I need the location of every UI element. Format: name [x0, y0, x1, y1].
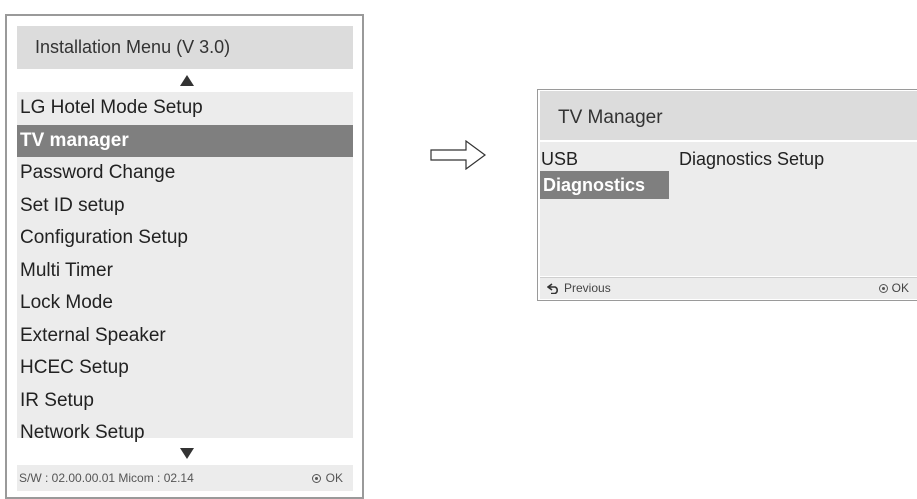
menu-item-external-speaker[interactable]: External Speaker	[17, 320, 353, 353]
ok-button[interactable]: OK	[311, 465, 343, 491]
menu-item-configuration-setup[interactable]: Configuration Setup	[17, 222, 353, 255]
software-version-text: S/W : 02.00.00.01 Micom : 02.14	[19, 471, 194, 485]
ok-button[interactable]: OK	[878, 278, 909, 299]
previous-label: Previous	[564, 281, 611, 295]
menu-item-lock-mode[interactable]: Lock Mode	[17, 287, 353, 320]
menu-item-multi-timer[interactable]: Multi Timer	[17, 255, 353, 288]
right-arrow-icon	[430, 140, 487, 170]
back-arrow-icon	[547, 283, 558, 294]
ok-circle-icon	[311, 473, 321, 483]
menu-item-hcec-setup[interactable]: HCEC Setup	[17, 352, 353, 385]
menu-item-network-setup[interactable]: Network Setup	[17, 417, 353, 450]
installation-menu-list: LG Hotel Mode Setup TV manager Password …	[17, 92, 353, 443]
tv-manager-body: USB Diagnostics Setup Diagnostics	[540, 142, 917, 276]
ok-label: OK	[325, 471, 343, 485]
usb-option[interactable]: USB	[541, 146, 578, 172]
installation-menu-panel: Installation Menu (V 3.0) LG Hotel Mode …	[5, 14, 364, 499]
menu-item-ir-setup[interactable]: IR Setup	[17, 385, 353, 418]
ok-circle-icon	[878, 284, 888, 293]
menu-item-set-id-setup[interactable]: Set ID setup	[17, 190, 353, 223]
scroll-down-arrow-icon[interactable]	[180, 448, 194, 459]
previous-button[interactable]: Previous	[547, 278, 611, 299]
diagnostics-option[interactable]: Diagnostics	[540, 171, 669, 199]
installation-menu-title: Installation Menu (V 3.0)	[17, 26, 353, 69]
menu-item-lg-hotel-mode-setup[interactable]: LG Hotel Mode Setup	[17, 92, 353, 125]
tv-manager-footer: Previous OK	[540, 277, 917, 299]
tv-manager-panel: TV Manager USB Diagnostics Setup Diagnos…	[537, 89, 917, 301]
scroll-up-arrow-icon[interactable]	[180, 75, 194, 86]
menu-item-tv-manager[interactable]: TV manager	[17, 124, 353, 157]
diagnostics-setup-option[interactable]: Diagnostics Setup	[679, 146, 824, 172]
menu-item-password-change[interactable]: Password Change	[17, 157, 353, 190]
ok-label: OK	[891, 281, 909, 295]
tv-manager-title: TV Manager	[540, 91, 917, 140]
installation-menu-footer: S/W : 02.00.00.01 Micom : 02.14 OK	[17, 465, 353, 491]
